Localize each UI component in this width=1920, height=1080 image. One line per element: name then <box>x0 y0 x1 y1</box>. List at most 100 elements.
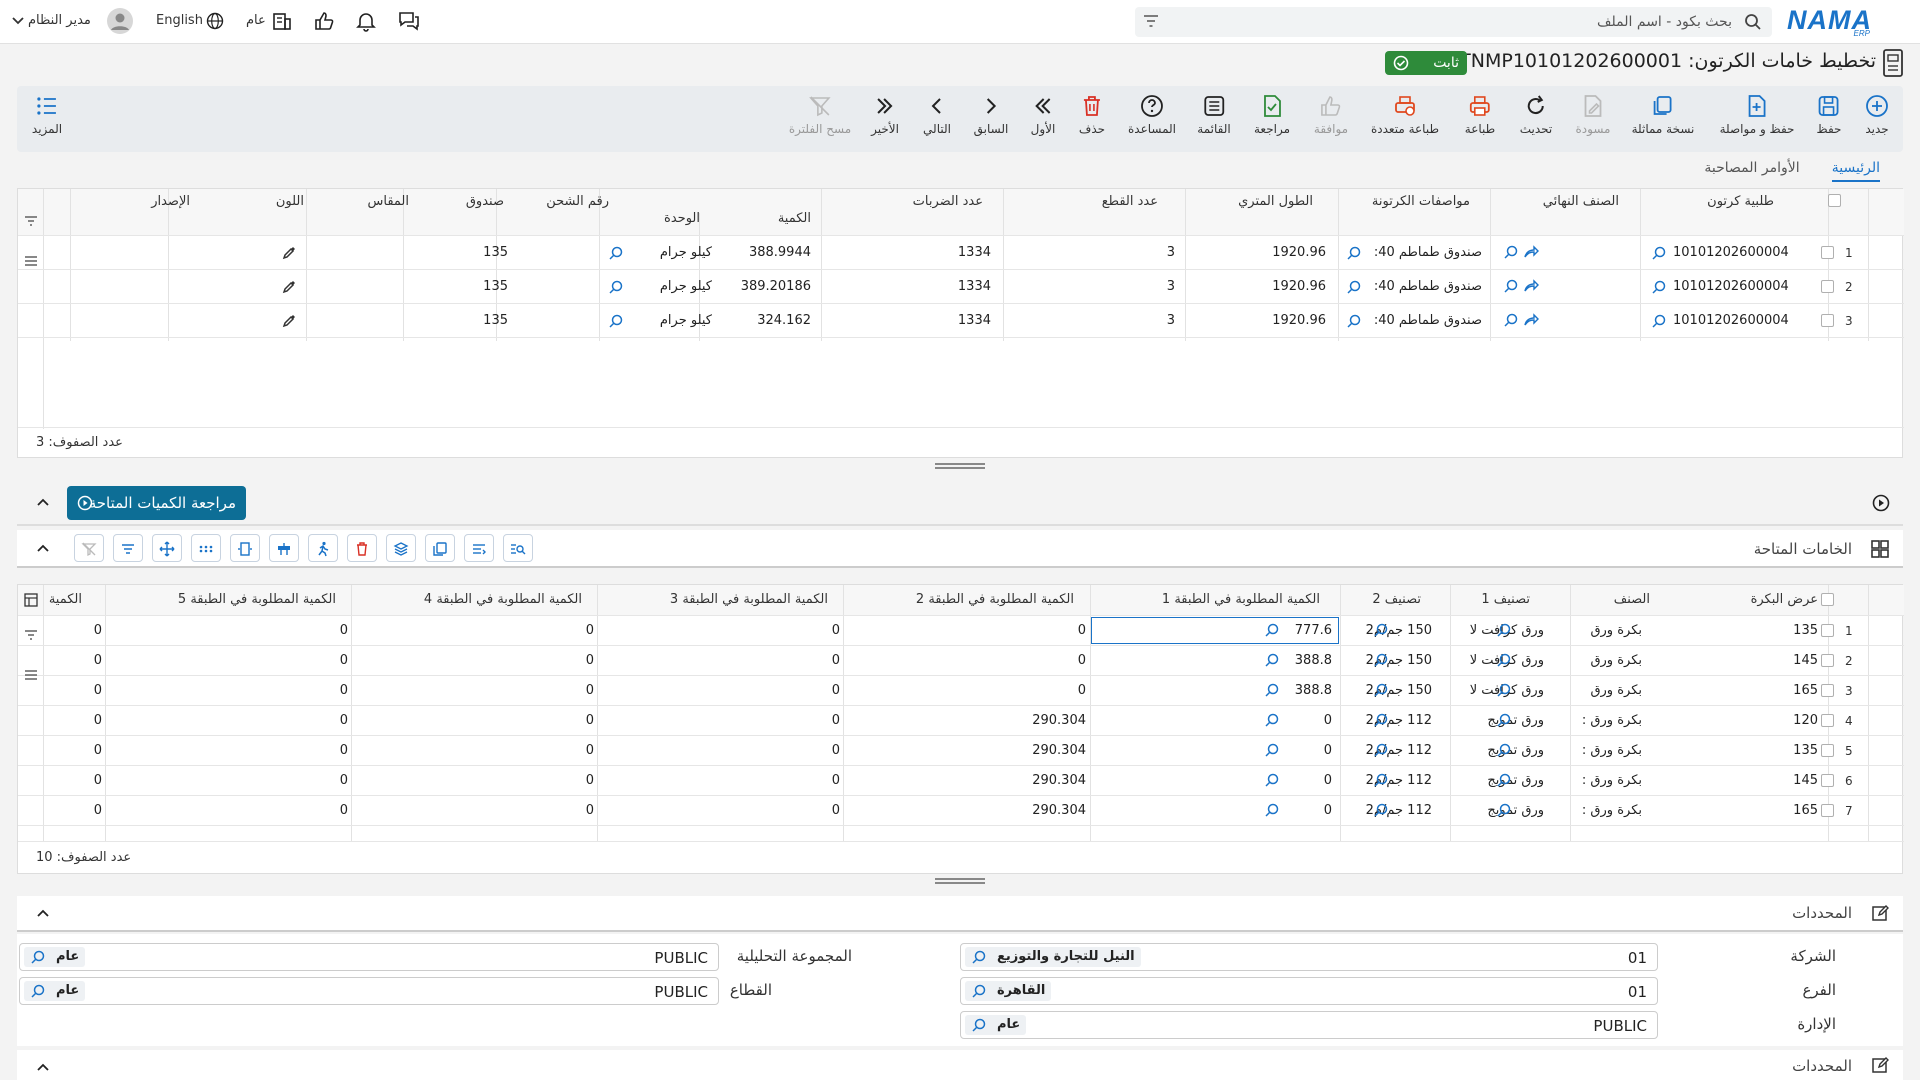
share-icon[interactable] <box>1523 313 1539 327</box>
select-all-checkbox[interactable] <box>1821 593 1834 606</box>
app-logo[interactable]: NAMA ERP <box>1787 5 1872 39</box>
last-button[interactable]: الأخير <box>871 94 899 136</box>
cell-layer3[interactable]: 0 <box>832 773 840 788</box>
cell-layer5[interactable]: 0 <box>340 653 348 668</box>
cell-layer3[interactable]: 0 <box>832 653 840 668</box>
cell-spec[interactable]: صندوق طماطم 40: <box>1374 279 1482 294</box>
lookup-icon[interactable] <box>1264 652 1280 668</box>
new-button[interactable]: جديد <box>1865 94 1889 136</box>
splitter-handle[interactable] <box>935 463 985 469</box>
cell-box[interactable]: 135 <box>483 245 508 260</box>
review-quantities-button[interactable]: مراجعة الكميات المتاحة <box>67 486 246 520</box>
row-checkbox[interactable] <box>1821 280 1834 293</box>
col-quantity[interactable]: الكمية <box>49 592 82 607</box>
branch-lookup[interactable]: القاهرة <box>965 981 1052 1001</box>
lookup-icon[interactable] <box>1264 742 1280 758</box>
department-label[interactable]: عام <box>246 13 266 28</box>
cell-item[interactable]: بكرة ورق <box>1590 653 1642 668</box>
cell-layer3[interactable]: 0 <box>832 713 840 728</box>
filter-button[interactable] <box>113 534 143 562</box>
admin-field[interactable]: PUBLIC عام <box>960 1011 1658 1039</box>
col-length[interactable]: الطول المتري <box>1238 194 1313 209</box>
admin-lookup[interactable]: عام <box>965 1015 1027 1035</box>
cell-layer1[interactable]: 388.8 <box>1295 653 1332 668</box>
cell-box[interactable]: 135 <box>483 313 508 328</box>
col-qty[interactable]: الكمية <box>778 211 811 226</box>
run-button[interactable] <box>308 534 338 562</box>
cell-item[interactable]: بكرة ورق : <box>1582 743 1642 758</box>
col-size[interactable]: المقاس <box>368 194 410 209</box>
col-carton-order[interactable]: طلبية كرتون <box>1707 194 1774 209</box>
filter-icon[interactable] <box>24 215 38 227</box>
cell-item[interactable]: بكرة ورق : <box>1582 803 1642 818</box>
clear-filter-button[interactable]: مسح الفلترة <box>789 94 851 136</box>
chevron-up-icon[interactable] <box>36 908 50 918</box>
delete-button[interactable]: حذف <box>1079 94 1105 136</box>
cell-layer4[interactable]: 0 <box>586 683 594 698</box>
cell-layer4[interactable]: 0 <box>586 743 594 758</box>
cell-quantity[interactable]: 0 <box>94 713 102 728</box>
col-class1[interactable]: تصنيف 1 <box>1481 592 1530 607</box>
cell-quantity[interactable]: 0 <box>94 623 102 638</box>
col-class2[interactable]: تصنيف 2 <box>1372 592 1421 607</box>
cell-layer5[interactable]: 0 <box>340 623 348 638</box>
lookup-icon[interactable] <box>1373 802 1389 818</box>
save-continue-button[interactable]: حفظ و مواصلة <box>1720 94 1794 136</box>
menu-icon[interactable] <box>24 669 38 681</box>
help-button[interactable]: المساعدة <box>1128 94 1176 136</box>
lookup-icon[interactable] <box>608 245 624 261</box>
splitter-handle[interactable] <box>935 878 985 884</box>
cell-layer4[interactable]: 0 <box>586 623 594 638</box>
lookup-icon[interactable] <box>608 279 624 295</box>
col-roll-width[interactable]: عرض البكرة <box>1751 592 1818 607</box>
lookup-icon[interactable] <box>1373 652 1389 668</box>
col-unit[interactable]: الوحدة <box>664 211 700 226</box>
cell-layer3[interactable]: 0 <box>832 623 840 638</box>
list-add-button[interactable] <box>464 534 494 562</box>
cell-item[interactable]: بكرة ورق <box>1590 623 1642 638</box>
cell-hits[interactable]: 1334 <box>958 313 991 328</box>
user-name[interactable]: مدير النظام <box>28 13 91 28</box>
cell-layer1[interactable]: 388.8 <box>1295 683 1332 698</box>
filter-icon[interactable] <box>24 629 38 641</box>
cell-quantity[interactable]: 0 <box>94 653 102 668</box>
cell-layer3[interactable]: 0 <box>832 743 840 758</box>
row-checkbox[interactable] <box>1821 624 1834 637</box>
analytic-lookup[interactable]: عام <box>24 947 86 967</box>
cell-unit[interactable]: كيلو جرام <box>660 279 712 294</box>
draft-button[interactable]: مسودة <box>1576 94 1610 136</box>
cell-qty[interactable]: 389.20186 <box>741 279 811 294</box>
cell-hits[interactable]: 1334 <box>958 245 991 260</box>
lookup-icon[interactable] <box>1496 622 1512 638</box>
cell-quantity[interactable]: 0 <box>94 773 102 788</box>
col-box[interactable]: صندوق <box>466 194 504 209</box>
columns-icon[interactable] <box>24 593 38 607</box>
lookup-icon[interactable] <box>1373 682 1389 698</box>
col-layer1[interactable]: الكمية المطلوبة في الطبقة 1 <box>1162 592 1320 607</box>
cell-quantity[interactable]: 0 <box>94 683 102 698</box>
row-checkbox[interactable] <box>1821 246 1834 259</box>
list-button[interactable]: القائمة <box>1197 94 1231 136</box>
cell-roll-width[interactable]: 165 <box>1793 683 1818 698</box>
cell-roll-width[interactable]: 145 <box>1793 773 1818 788</box>
branch-field[interactable]: 01 القاهرة <box>960 977 1658 1005</box>
cell-layer2[interactable]: 0 <box>1078 683 1086 698</box>
cell-layer4[interactable]: 0 <box>586 773 594 788</box>
col-layer3[interactable]: الكمية المطلوبة في الطبقة 3 <box>670 592 828 607</box>
refresh-button[interactable]: تحديث <box>1520 94 1552 136</box>
col-color[interactable]: اللون <box>276 194 304 209</box>
cell-layer5[interactable]: 0 <box>340 683 348 698</box>
select-all-checkbox[interactable] <box>1828 194 1841 207</box>
cell-pieces[interactable]: 3 <box>1167 313 1175 328</box>
cell-layer5[interactable]: 0 <box>340 713 348 728</box>
cell-item[interactable]: بكرة ورق : <box>1582 773 1642 788</box>
play-circle-icon[interactable] <box>1872 494 1890 512</box>
lookup-icon[interactable] <box>1496 802 1512 818</box>
cell-layer2[interactable]: 290.304 <box>1032 773 1086 788</box>
prev-button[interactable]: السابق <box>974 94 1008 136</box>
col-carton-spec[interactable]: مواصفات الكرتونة <box>1372 194 1470 209</box>
cell-order[interactable]: 10101202600004 <box>1673 245 1789 260</box>
lookup-icon[interactable] <box>608 313 624 329</box>
chevron-down-icon[interactable] <box>12 16 24 26</box>
lookup-icon[interactable] <box>1346 279 1362 295</box>
